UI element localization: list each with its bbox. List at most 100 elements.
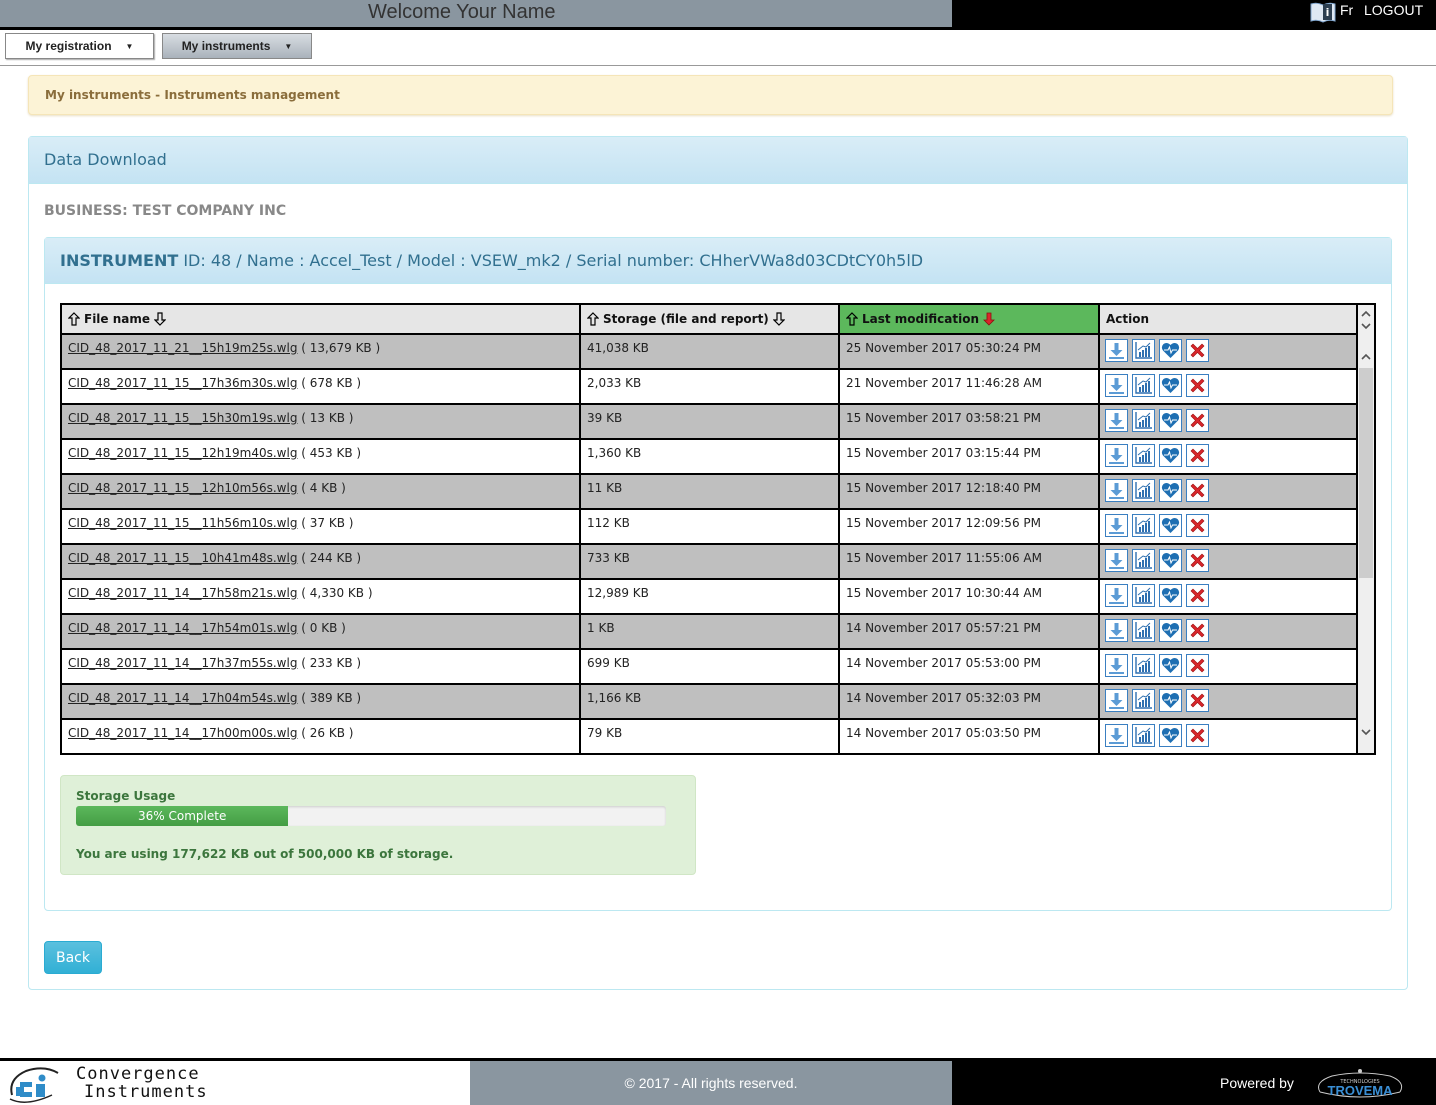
delete-icon <box>1190 378 1205 393</box>
delete-button[interactable] <box>1186 444 1209 467</box>
file-size: ( 13 KB ) <box>297 411 354 425</box>
header-divider <box>0 27 1436 30</box>
delete-button[interactable] <box>1186 339 1209 362</box>
delete-icon <box>1190 658 1205 673</box>
chart-button[interactable] <box>1132 549 1155 572</box>
sort-descending-icon[interactable] <box>772 312 786 326</box>
modified-cell: 14 November 2017 05:53:00 PM <box>840 650 1100 683</box>
file-name-cell: CID_48_2017_11_14__17h00m00s.wlg ( 26 KB… <box>62 720 581 753</box>
delete-button[interactable] <box>1186 409 1209 432</box>
download-button[interactable] <box>1105 444 1128 467</box>
delete-button[interactable] <box>1186 374 1209 397</box>
chart-button[interactable] <box>1132 339 1155 362</box>
chart-button[interactable] <box>1132 654 1155 677</box>
file-link[interactable]: CID_48_2017_11_15__10h41m48s.wlg <box>68 551 297 565</box>
file-link[interactable]: CID_48_2017_11_15__12h10m56s.wlg <box>68 481 297 495</box>
health-report-button[interactable] <box>1159 619 1182 642</box>
download-button[interactable] <box>1105 724 1128 747</box>
download-button[interactable] <box>1105 654 1128 677</box>
chart-button[interactable] <box>1132 444 1155 467</box>
instrument-details: ID: 48 / Name : Accel_Test / Model : VSE… <box>178 251 924 270</box>
sort-up-icon[interactable] <box>1358 306 1374 320</box>
instrument-info: INSTRUMENT ID: 48 / Name : Accel_Test / … <box>60 251 923 270</box>
scrollbar-thumb[interactable] <box>1359 368 1373 578</box>
sort-ascending-icon[interactable] <box>67 312 81 326</box>
chart-button[interactable] <box>1132 409 1155 432</box>
download-button[interactable] <box>1105 409 1128 432</box>
modified-cell: 15 November 2017 03:58:21 PM <box>840 405 1100 438</box>
download-button[interactable] <box>1105 339 1128 362</box>
file-link[interactable]: CID_48_2017_11_14__17h54m01s.wlg <box>68 621 297 635</box>
health-report-button[interactable] <box>1159 339 1182 362</box>
delete-button[interactable] <box>1186 654 1209 677</box>
table-row: CID_48_2017_11_15__15h30m19s.wlg ( 13 KB… <box>62 405 1358 440</box>
chart-button[interactable] <box>1132 724 1155 747</box>
sort-ascending-icon[interactable] <box>586 312 600 326</box>
file-link[interactable]: CID_48_2017_11_15__11h56m10s.wlg <box>68 516 297 530</box>
chart-button[interactable] <box>1132 374 1155 397</box>
chart-button[interactable] <box>1132 584 1155 607</box>
scroll-up-icon[interactable] <box>1358 349 1374 363</box>
storage-cell: 11 KB <box>581 475 840 508</box>
convergence-logo-icon <box>9 1067 59 1103</box>
download-icon <box>1109 658 1124 674</box>
download-button[interactable] <box>1105 549 1128 572</box>
file-link[interactable]: CID_48_2017_11_15__15h30m19s.wlg <box>68 411 297 425</box>
delete-button[interactable] <box>1186 479 1209 502</box>
health-report-button[interactable] <box>1159 689 1182 712</box>
delete-button[interactable] <box>1186 689 1209 712</box>
health-report-button[interactable] <box>1159 549 1182 572</box>
health-report-button[interactable] <box>1159 584 1182 607</box>
chart-button[interactable] <box>1132 479 1155 502</box>
file-link[interactable]: CID_48_2017_11_15__17h36m30s.wlg <box>68 376 297 390</box>
delete-button[interactable] <box>1186 549 1209 572</box>
download-button[interactable] <box>1105 374 1128 397</box>
actions-cell <box>1100 370 1358 403</box>
download-button[interactable] <box>1105 619 1128 642</box>
sort-down-icon[interactable] <box>1358 319 1374 333</box>
storage-cell: 39 KB <box>581 405 840 438</box>
file-name-cell: CID_48_2017_11_15__12h19m40s.wlg ( 453 K… <box>62 440 581 473</box>
chart-button[interactable] <box>1132 619 1155 642</box>
health-report-button[interactable] <box>1159 374 1182 397</box>
nav-my-instruments[interactable]: My instruments ▼ <box>162 33 312 59</box>
sort-descending-icon[interactable] <box>153 312 167 326</box>
file-link[interactable]: CID_48_2017_11_14__17h04m54s.wlg <box>68 691 297 705</box>
chart-button[interactable] <box>1132 514 1155 537</box>
health-report-button[interactable] <box>1159 479 1182 502</box>
chart-icon <box>1135 622 1152 639</box>
trovema-logo-icon[interactable]: TECHNOLOGIES TROVEMA <box>1312 1066 1408 1102</box>
file-size: ( 0 KB ) <box>297 621 346 635</box>
health-report-button[interactable] <box>1159 724 1182 747</box>
health-report-button[interactable] <box>1159 654 1182 677</box>
table-row: CID_48_2017_11_15__12h19m40s.wlg ( 453 K… <box>62 440 1358 475</box>
file-link[interactable]: CID_48_2017_11_14__17h58m21s.wlg <box>68 586 297 600</box>
delete-button[interactable] <box>1186 724 1209 747</box>
delete-button[interactable] <box>1186 584 1209 607</box>
delete-button[interactable] <box>1186 619 1209 642</box>
file-link[interactable]: CID_48_2017_11_21__15h19m25s.wlg <box>68 341 297 355</box>
logout-link[interactable]: LOGOUT <box>1364 2 1423 18</box>
chart-button[interactable] <box>1132 689 1155 712</box>
sort-descending-active-icon[interactable] <box>983 312 995 326</box>
back-button[interactable]: Back <box>44 941 102 974</box>
language-toggle[interactable]: Fr <box>1340 2 1353 18</box>
nav-my-registration[interactable]: My registration ▼ <box>5 33 154 59</box>
delete-button[interactable] <box>1186 514 1209 537</box>
health-report-button[interactable] <box>1159 444 1182 467</box>
table-scrollbar[interactable] <box>1358 305 1374 753</box>
modified-cell: 14 November 2017 05:32:03 PM <box>840 685 1100 718</box>
health-report-button[interactable] <box>1159 409 1182 432</box>
sort-ascending-icon[interactable] <box>845 312 859 326</box>
header-welcome-area: Welcome Your Name <box>0 0 952 28</box>
file-link[interactable]: CID_48_2017_11_14__17h37m55s.wlg <box>68 656 297 670</box>
scroll-down-icon[interactable] <box>1358 725 1374 739</box>
file-link[interactable]: CID_48_2017_11_15__12h19m40s.wlg <box>68 446 297 460</box>
download-button[interactable] <box>1105 479 1128 502</box>
health-report-button[interactable] <box>1159 514 1182 537</box>
manual-info-icon[interactable]: i <box>1310 1 1336 23</box>
download-button[interactable] <box>1105 689 1128 712</box>
download-button[interactable] <box>1105 514 1128 537</box>
download-button[interactable] <box>1105 584 1128 607</box>
file-link[interactable]: CID_48_2017_11_14__17h00m00s.wlg <box>68 726 297 740</box>
